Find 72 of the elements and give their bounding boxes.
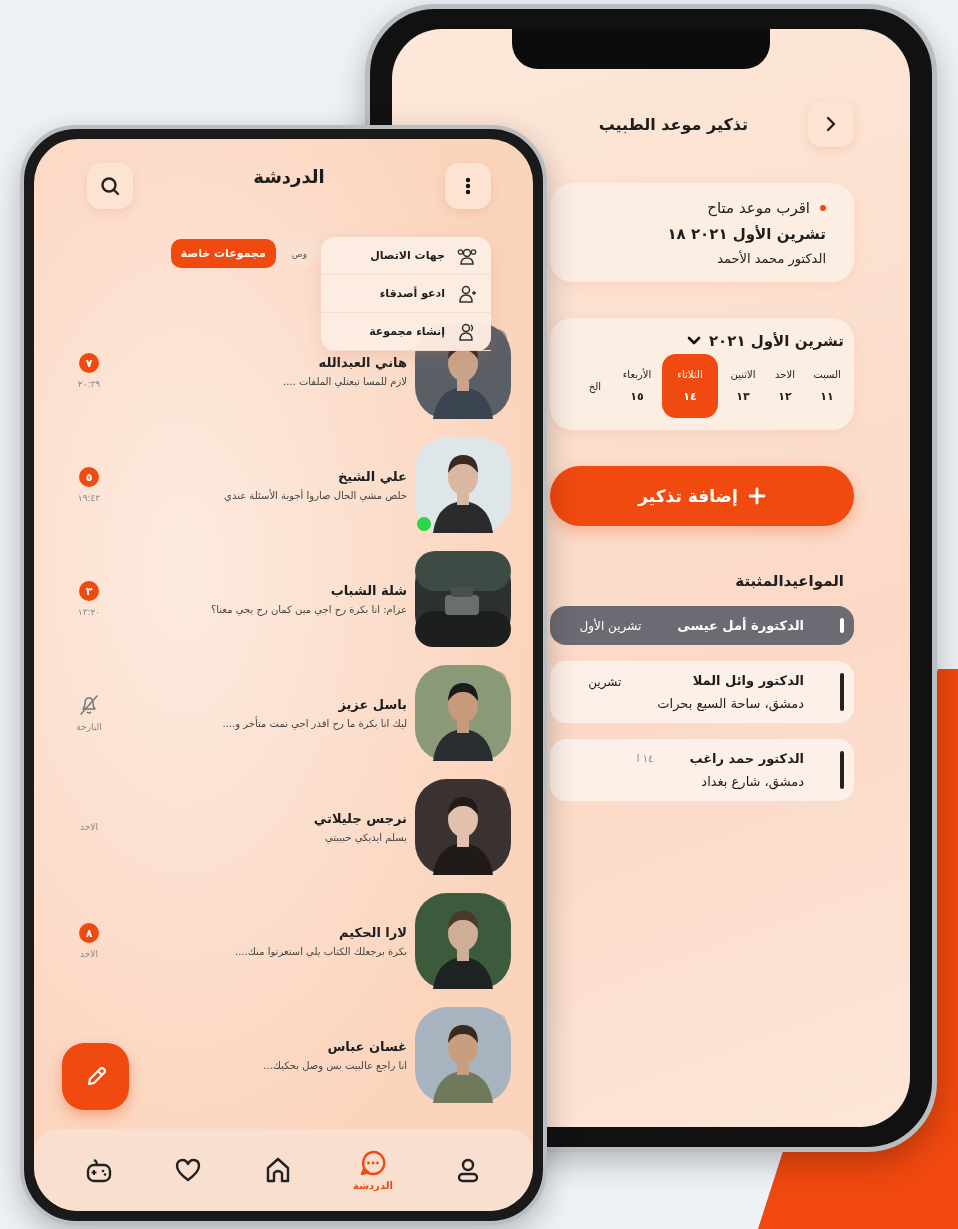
card-label: اقرب موعد متاح: [707, 199, 810, 217]
contact-name: غسان عباس: [327, 1039, 407, 1054]
accent-bar: [840, 751, 844, 789]
search-icon: [100, 176, 120, 196]
add-user-icon: [457, 284, 477, 303]
message-time: ٢٠:٣٩: [77, 379, 101, 389]
address-text: دمشق، شارع بغداد: [701, 774, 804, 789]
message-preview: خلص مشي الحال صاروا أجوبة الأسئلة عندي: [224, 490, 407, 501]
address-text: دمشق، ساحة السبع بحرات: [657, 696, 804, 711]
accent-bar: [840, 673, 844, 711]
day-button[interactable]: الأربعاء ١٥: [616, 354, 658, 418]
doctor-name: الدكتور وائل الملا: [692, 673, 804, 688]
appointment-date: تشرين الأول: [579, 618, 642, 633]
contact-name: هاني العبدالله: [318, 355, 407, 370]
doctor-name: الدكتور محمد الأحمد: [717, 251, 826, 266]
menu-item[interactable]: إنشاء مجموعة: [321, 313, 491, 351]
message-preview: بكرة برجعلك الكتاب يلي استعرتوا منك....: [234, 946, 407, 957]
users-icon: [457, 246, 477, 265]
message-preview: انا راجع عالبيت بس وصل بحكيك...: [263, 1060, 407, 1071]
day-button[interactable]: الثلاثاء ١٤: [662, 354, 718, 418]
contact-name: لارا الحكيم: [339, 925, 407, 940]
appointment-card[interactable]: الدكتور وائل الملا دمشق، ساحة السبع بحرات تشرين: [550, 661, 854, 723]
bullet-dot: [820, 205, 826, 211]
unread-count: ٨: [79, 923, 99, 943]
day-button[interactable]: الاثنين ١٣: [722, 354, 764, 418]
compose-button[interactable]: [62, 1043, 129, 1110]
screen-title: تذكير موعد الطبيب: [598, 114, 748, 134]
kebab-menu-icon: [465, 177, 471, 195]
more-button[interactable]: [445, 163, 491, 209]
nav-tab[interactable]: [174, 1156, 203, 1184]
message-preview: عزام: انا بكرة رح اجي مين كمان رح يجي معنا؟: [211, 604, 407, 615]
contact-name: شلة الشباب: [330, 583, 407, 598]
add-reminder-button[interactable]: إضافة تذكير: [550, 466, 854, 526]
day-button[interactable]: الاحد ١٢: [764, 354, 806, 418]
appointment-card[interactable]: الدكتورة أمل عيسى تشرين الأول: [550, 606, 854, 645]
chevron-down-icon: [686, 336, 701, 346]
message-time: ١٣:٢٠: [77, 607, 101, 617]
appointment-date: ١٤ ا: [636, 753, 654, 764]
message-time: البارحة: [76, 722, 102, 732]
accent-bar: [840, 618, 844, 633]
menu-item[interactable]: جهات الاتصال: [321, 237, 491, 275]
menu-item[interactable]: ادعو أصدقاء: [321, 275, 491, 313]
month-picker[interactable]: تشرين الأول ٢٠٢١: [686, 332, 844, 350]
message-time: ١٩:٤٣: [77, 493, 101, 503]
message-preview: لازم للمسا تبعتلي الملفات ....: [283, 376, 407, 387]
tab[interactable]: وص: [289, 240, 309, 267]
appointment-card[interactable]: الدكتور حمد راغب دمشق، شارع بغداد ١٤ ا: [550, 739, 854, 801]
doctor-name: الدكتورة أمل عيسى: [677, 618, 804, 633]
message-time: الاحد: [80, 949, 98, 959]
contact-name: باسل عزيز: [338, 697, 407, 712]
screen-title: الدردشة: [253, 165, 325, 187]
appointment-date: تشرين الأول ٢٠٢١ ١٨: [667, 225, 826, 243]
contact-name: علي الشيخ: [337, 469, 407, 484]
nav-tab[interactable]: [84, 1156, 113, 1184]
unread-count: ٣: [79, 581, 99, 601]
plus-icon: [747, 487, 766, 505]
message-preview: يسلم ايديكي حبيبتي: [324, 832, 407, 843]
message-time: الاحد: [80, 822, 98, 832]
message-preview: ليك انا بكرة ما رح اقدر اجي نمت متأخر و....: [222, 718, 407, 729]
tab[interactable]: مجموعات خاصة: [170, 239, 276, 268]
appointment-date: تشرين: [588, 675, 622, 689]
chat-bubble-icon: [358, 1149, 387, 1178]
doctor-name: الدكتور حمد راغب: [689, 751, 804, 766]
unread-count: ٧: [79, 353, 99, 373]
section-title: المواعيدالمثبتة: [735, 572, 844, 590]
unread-count: ٥: [79, 467, 99, 487]
search-button[interactable]: [87, 163, 133, 209]
day-button[interactable]: السبت ١١: [806, 354, 848, 418]
contact-name: نرجس جليلاتي: [313, 811, 407, 826]
gamepad-icon: [84, 1156, 113, 1184]
day-button[interactable]: الخ: [574, 354, 616, 418]
heart-icon: [174, 1156, 203, 1184]
